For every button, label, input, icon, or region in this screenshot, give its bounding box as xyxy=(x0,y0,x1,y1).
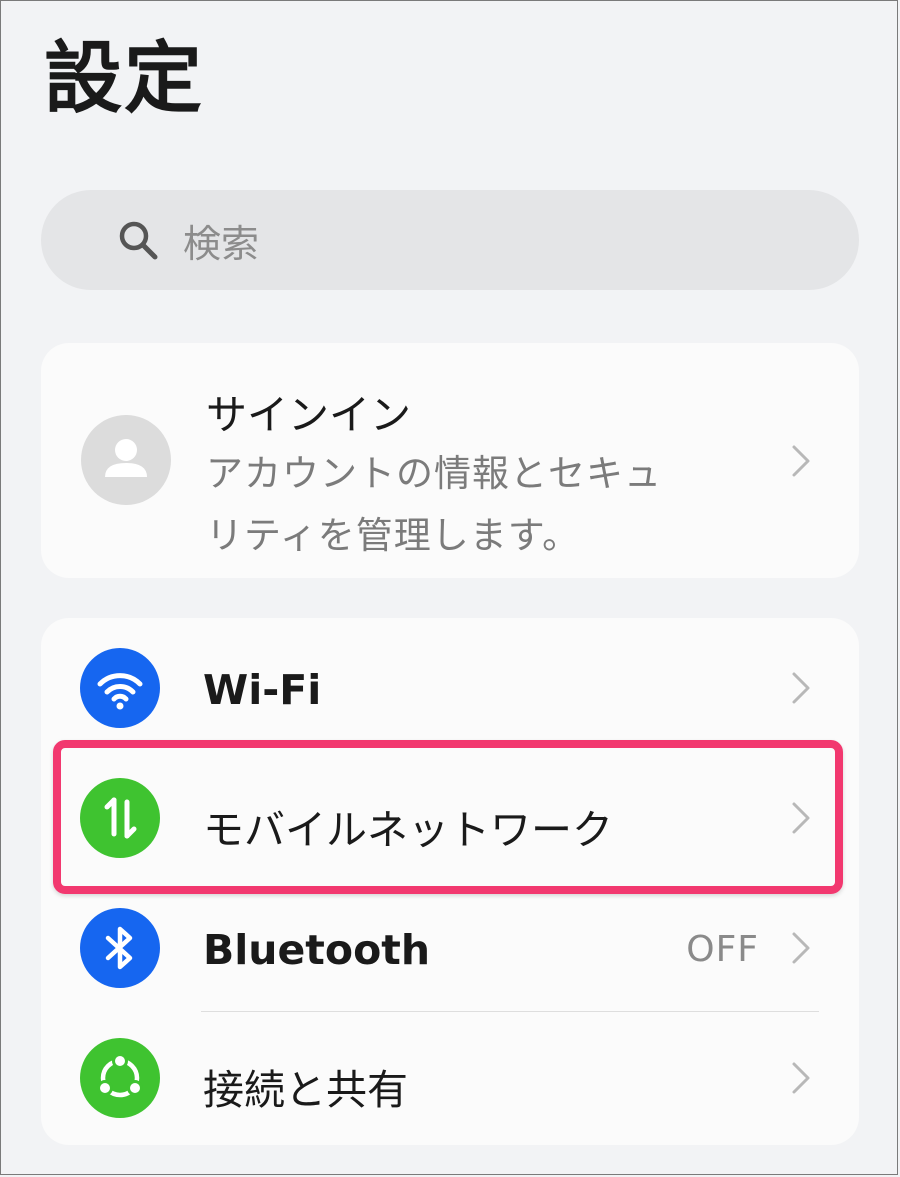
settings-item-connection-sharing[interactable]: 接続と共有 xyxy=(41,1013,859,1143)
user-icon xyxy=(105,439,147,477)
signin-description: アカウントの情報とセキュリティを管理します。 xyxy=(206,452,662,557)
bluetooth-status: OFF xyxy=(686,929,759,970)
account-card[interactable]: サインイン アカウントの情報とセキュリティを管理します。 xyxy=(41,343,859,578)
chevron-right-icon xyxy=(792,445,810,477)
settings-item-label: 接続と共有 xyxy=(203,1066,408,1114)
bluetooth-icon xyxy=(80,908,160,988)
avatar xyxy=(81,415,171,505)
search-bar[interactable]: 検索 xyxy=(41,190,859,290)
divider xyxy=(201,1011,819,1012)
settings-item-label: Bluetooth xyxy=(203,926,431,974)
chevron-right-icon xyxy=(792,1062,810,1094)
settings-item-label: Wi-Fi xyxy=(203,666,322,714)
highlight-box xyxy=(53,740,843,894)
chevron-right-icon xyxy=(792,932,810,964)
wifi-icon xyxy=(80,648,160,728)
settings-item-wifi[interactable]: Wi-Fi xyxy=(41,623,859,753)
settings-item-bluetooth[interactable]: Bluetooth OFF xyxy=(41,883,859,1013)
page-title: 設定 xyxy=(44,34,205,124)
search-placeholder: 検索 xyxy=(183,221,260,266)
share-icon xyxy=(80,1038,160,1118)
search-icon xyxy=(119,221,158,260)
signin-title: サインイン xyxy=(206,391,411,439)
chevron-right-icon xyxy=(792,672,810,704)
